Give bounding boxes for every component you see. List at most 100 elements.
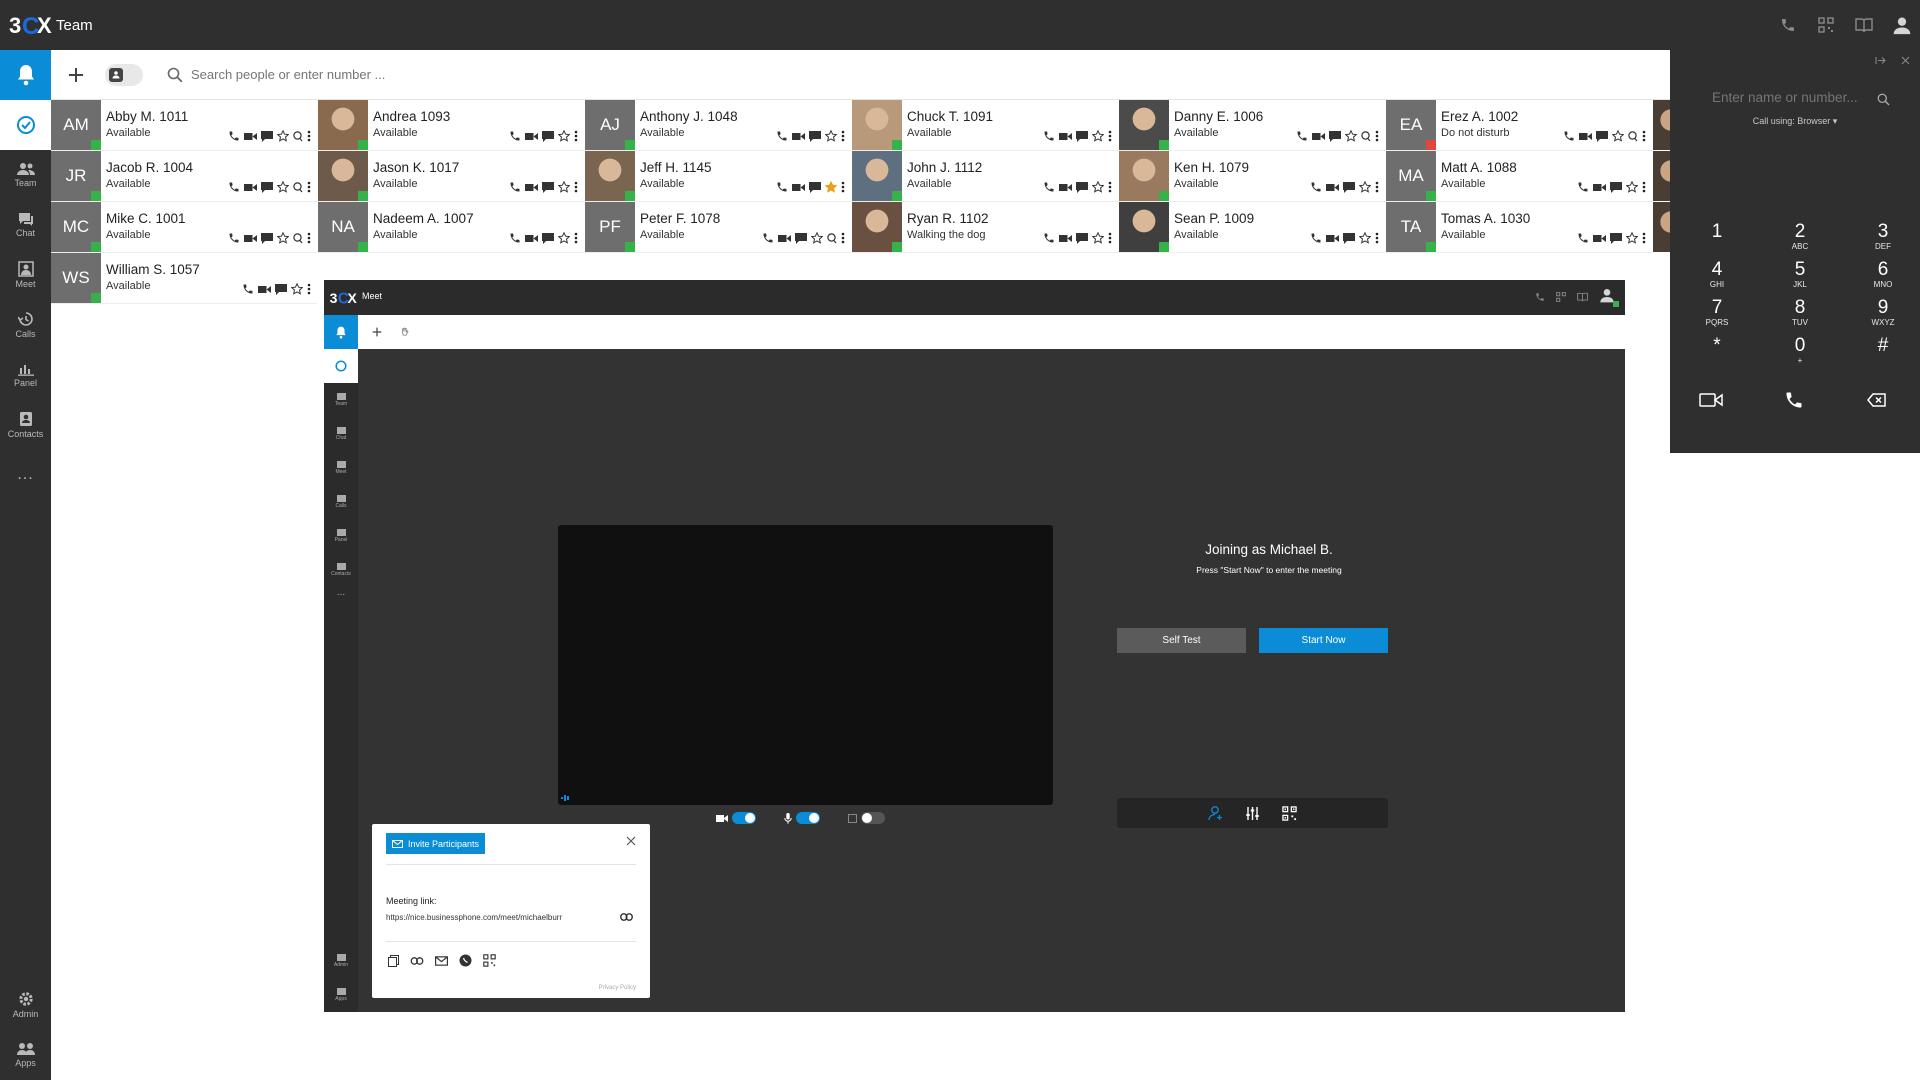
chat-icon[interactable] — [542, 232, 554, 244]
call-icon[interactable] — [228, 181, 240, 193]
call-icon[interactable] — [509, 181, 521, 193]
more-options-icon[interactable] — [841, 181, 845, 193]
chat-icon[interactable] — [542, 130, 554, 142]
meet-nav-item[interactable]: Admin — [324, 944, 358, 978]
call-icon[interactable] — [509, 130, 521, 142]
call-using-selector[interactable]: Call using: Browser ▾ — [1670, 116, 1920, 127]
close-icon[interactable] — [626, 836, 636, 846]
presence-status-button[interactable] — [0, 100, 51, 150]
contact-card[interactable]: MC Mike C. 1001 Available — [51, 202, 317, 253]
settings-sliders-icon[interactable] — [1245, 806, 1260, 821]
backspace-icon[interactable] — [1867, 393, 1887, 407]
qr-code-icon[interactable] — [1816, 15, 1836, 35]
star-icon[interactable] — [1626, 181, 1638, 193]
video-icon[interactable] — [1059, 183, 1072, 192]
video-icon[interactable] — [1312, 132, 1325, 141]
queue-icon[interactable] — [293, 181, 303, 193]
meet-bell-button[interactable] — [324, 315, 358, 349]
meet-plus-icon[interactable] — [372, 327, 382, 337]
chat-icon[interactable] — [261, 181, 273, 193]
meet-book-icon[interactable] — [1577, 292, 1588, 302]
keypad-key[interactable]: 0 + — [1770, 336, 1830, 366]
call-icon[interactable] — [1043, 232, 1055, 244]
chat-icon[interactable] — [809, 130, 821, 142]
whatsapp-icon[interactable] — [459, 954, 472, 967]
more-options-icon[interactable] — [307, 232, 311, 244]
call-icon[interactable] — [242, 283, 254, 295]
video-icon[interactable] — [792, 132, 805, 141]
copy-icon[interactable] — [388, 954, 399, 967]
chat-icon[interactable] — [1596, 130, 1608, 142]
nav-meet[interactable]: Meet — [0, 250, 51, 300]
camera-switch[interactable] — [732, 812, 756, 824]
more-options-icon[interactable] — [1375, 181, 1379, 193]
chat-icon[interactable] — [795, 232, 807, 244]
meet-nav-item[interactable]: Chat — [324, 417, 358, 451]
nav-calls[interactable]: Calls — [0, 300, 51, 350]
contact-card[interactable]: MA Matt A. 1088 Available — [1386, 151, 1652, 202]
star-icon[interactable] — [1092, 232, 1104, 244]
video-icon[interactable] — [525, 132, 538, 141]
call-icon[interactable] — [1784, 390, 1804, 410]
contact-card[interactable]: Jason K. 1017 Available — [318, 151, 584, 202]
blur-toggle[interactable] — [848, 812, 885, 824]
video-icon[interactable] — [244, 234, 257, 243]
invite-participants-button[interactable]: Invite Participants — [386, 833, 486, 854]
chat-icon[interactable] — [809, 181, 821, 193]
chat-icon[interactable] — [1610, 181, 1622, 193]
video-icon[interactable] — [258, 285, 271, 294]
copy-link-icon[interactable] — [620, 913, 633, 921]
video-icon[interactable] — [1059, 234, 1072, 243]
keypad-key[interactable]: 4 GHI — [1687, 260, 1747, 290]
call-icon[interactable] — [1310, 181, 1322, 193]
meet-qr-icon[interactable] — [1556, 292, 1566, 302]
keypad-key[interactable]: * — [1687, 336, 1747, 356]
call-icon[interactable] — [228, 130, 240, 142]
video-icon[interactable] — [1059, 132, 1072, 141]
star-icon[interactable] — [558, 232, 570, 244]
notifications-button[interactable] — [0, 50, 51, 100]
search-input[interactable] — [191, 67, 491, 82]
call-icon[interactable] — [1296, 130, 1308, 142]
call-icon[interactable] — [1043, 130, 1055, 142]
contact-card[interactable]: Ken H. 1079 Available — [1119, 151, 1385, 202]
contact-card[interactable]: PF Peter F. 1078 Available — [585, 202, 851, 253]
user-avatar-icon[interactable] — [1892, 15, 1912, 35]
more-options-icon[interactable] — [574, 130, 578, 142]
microphone-toggle[interactable] — [784, 812, 820, 824]
more-options-icon[interactable] — [307, 181, 311, 193]
dial-number-input[interactable] — [1712, 90, 1862, 105]
star-icon[interactable] — [825, 181, 837, 193]
chat-icon[interactable] — [1343, 232, 1355, 244]
meeting-link-value[interactable]: https://nice.businessphone.com/meet/mich… — [386, 913, 601, 922]
chat-icon[interactable] — [1343, 181, 1355, 193]
nav-panel[interactable]: Panel — [0, 350, 51, 400]
contact-card[interactable]: Sean P. 1009 Available — [1119, 202, 1385, 253]
nav-chat[interactable]: Chat — [0, 200, 51, 250]
keypad-key[interactable]: 1 — [1687, 222, 1747, 242]
contact-card[interactable]: EA Erez A. 1002 Do not disturb — [1386, 100, 1652, 151]
meet-nav-item[interactable]: Contacts — [324, 553, 358, 587]
call-icon[interactable] — [228, 232, 240, 244]
chat-icon[interactable] — [1076, 181, 1088, 193]
star-icon[interactable] — [1092, 181, 1104, 193]
meet-nav-more[interactable]: ... — [324, 587, 358, 611]
more-options-icon[interactable] — [574, 181, 578, 193]
nav-more[interactable]: ... — [0, 450, 51, 500]
self-test-button[interactable]: Self Test — [1117, 628, 1246, 653]
chat-icon[interactable] — [1076, 130, 1088, 142]
contact-card[interactable]: AJ Anthony J. 1048 Available — [585, 100, 851, 151]
contact-card[interactable]: JR Jacob R. 1004 Available — [51, 151, 317, 202]
star-icon[interactable] — [1359, 232, 1371, 244]
more-options-icon[interactable] — [307, 130, 311, 142]
more-options-icon[interactable] — [1375, 232, 1379, 244]
undock-icon[interactable] — [1875, 56, 1886, 65]
star-icon[interactable] — [1359, 181, 1371, 193]
meet-phone-icon[interactable] — [1535, 292, 1545, 302]
contact-card[interactable]: AM Abby M. 1011 Available — [51, 100, 317, 151]
keypad-key[interactable]: 2 ABC — [1770, 222, 1830, 252]
book-icon[interactable] — [1854, 15, 1874, 35]
keypad-key[interactable]: # — [1853, 336, 1913, 356]
queue-icon[interactable] — [827, 232, 837, 244]
star-icon[interactable] — [277, 181, 289, 193]
